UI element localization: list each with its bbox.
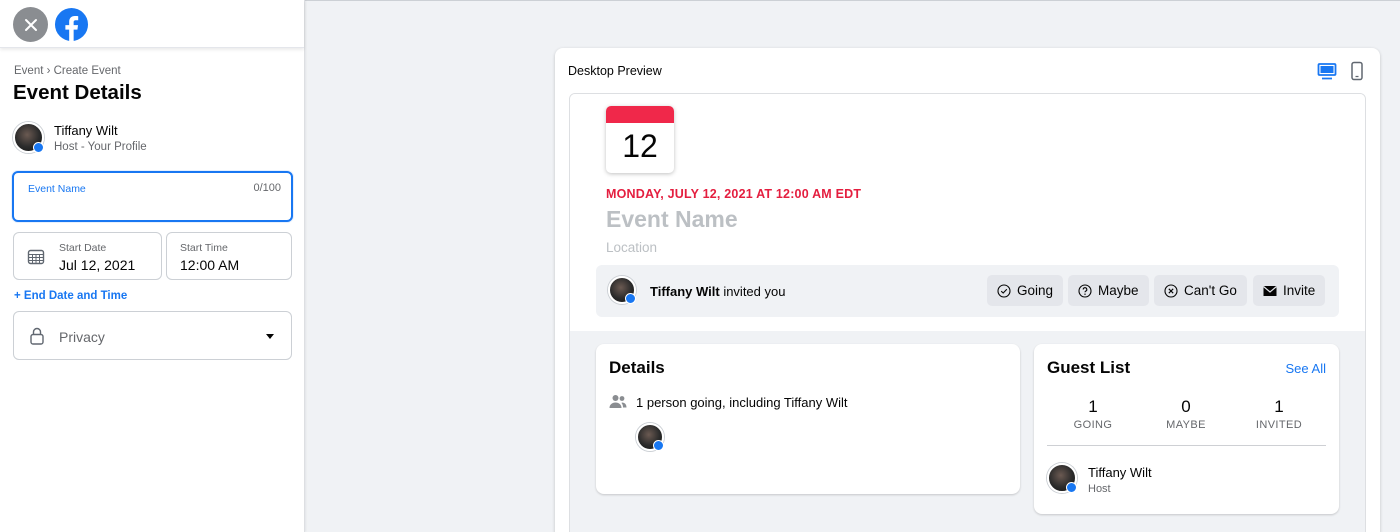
invite-text: Tiffany Wilt invited you: [650, 284, 785, 299]
invite-button[interactable]: Invite: [1253, 275, 1326, 306]
privacy-value: Privacy: [59, 329, 105, 345]
calendar-icon: [27, 249, 45, 265]
event-location: Location: [606, 240, 658, 255]
check-circle-icon: [997, 283, 1011, 298]
start-date-field[interactable]: Start Date Jul 12, 2021: [13, 232, 162, 280]
host-profile: Tiffany Wilt Host - Your Profile: [13, 122, 147, 153]
profile-badge: [1066, 482, 1077, 493]
inviter-name: Tiffany Wilt: [650, 284, 720, 299]
event-name-field[interactable]: Event Name 0/100: [12, 171, 293, 222]
event-name-label: Event Name: [28, 183, 86, 195]
stat-going[interactable]: 1 GOING: [1053, 397, 1133, 431]
invite-bar: Tiffany Wilt invited you Going Maybe Can…: [596, 265, 1339, 317]
x-circle-icon: [1164, 283, 1178, 298]
guest-list-title: Guest List: [1047, 358, 1131, 377]
avatar[interactable]: [1047, 463, 1077, 493]
guest-list-panel: Guest List See All 1 GOING 0 MAYBE 1 INV…: [1034, 344, 1339, 514]
cant-go-label: Can't Go: [1184, 283, 1237, 298]
end-date-time-link[interactable]: + End Date and Time: [14, 290, 127, 302]
calendar-day: 12: [622, 128, 658, 164]
start-date-label: Start Date: [59, 242, 107, 254]
calendar-badge: 12: [606, 106, 674, 173]
details-title: Details: [609, 358, 665, 377]
cant-go-button[interactable]: Can't Go: [1154, 275, 1247, 306]
avatar: [636, 423, 664, 451]
envelope-icon: [1263, 285, 1277, 296]
close-icon: [24, 18, 37, 31]
stat-maybe-label: MAYBE: [1166, 419, 1206, 431]
question-circle-icon: [1078, 283, 1092, 298]
event-date: MONDAY, JULY 12, 2021 AT 12:00 AM EDT: [606, 187, 862, 201]
invite-label: Invite: [1283, 283, 1316, 298]
start-time-value: 12:00 AM: [180, 257, 240, 273]
stat-invited-count: 1: [1274, 397, 1284, 416]
host-name: Tiffany Wilt: [54, 122, 118, 138]
close-button[interactable]: [13, 7, 48, 42]
breadcrumb: Event › Create Event: [14, 65, 121, 77]
event-header: 12 MONDAY, JULY 12, 2021 AT 12:00 AM EDT…: [570, 94, 1365, 331]
going-summary: 1 person going, including Tiffany Wilt: [636, 395, 848, 410]
invite-suffix: invited you: [719, 284, 786, 299]
preview-card: Desktop Preview 12 MONDAY, JULY 12, 2021…: [555, 48, 1380, 532]
privacy-select[interactable]: Privacy: [13, 311, 292, 360]
profile-badge: [33, 142, 44, 153]
going-label: Going: [1017, 283, 1054, 298]
start-date-value: Jul 12, 2021: [59, 257, 136, 273]
profile-badge: [653, 440, 664, 451]
desktop-icon[interactable]: [1317, 61, 1337, 81]
see-all-link[interactable]: See All: [1286, 361, 1326, 376]
chevron-down-icon: [266, 334, 274, 339]
divider: [1047, 445, 1326, 446]
facebook-logo-icon[interactable]: [54, 7, 89, 42]
preview-title: Desktop Preview: [568, 64, 662, 78]
event-preview: 12 MONDAY, JULY 12, 2021 AT 12:00 AM EDT…: [569, 93, 1366, 532]
stat-maybe[interactable]: 0 MAYBE: [1146, 397, 1226, 431]
avatar: [608, 276, 636, 304]
start-time-field[interactable]: Start Time 12:00 AM: [166, 232, 292, 280]
event-name-placeholder: Event Name: [606, 206, 738, 232]
guest-role: Host: [1088, 483, 1111, 495]
stat-going-count: 1: [1088, 397, 1098, 416]
maybe-button[interactable]: Maybe: [1068, 275, 1149, 306]
details-panel: Details 1 person going, including Tiffan…: [596, 344, 1020, 494]
stat-maybe-count: 0: [1181, 397, 1191, 416]
start-time-label: Start Time: [180, 242, 228, 254]
top-border: [305, 0, 1400, 1]
going-button[interactable]: Going: [987, 275, 1064, 306]
maybe-label: Maybe: [1098, 283, 1139, 298]
event-name-counter: 0/100: [253, 182, 281, 194]
people-icon: [609, 395, 627, 408]
host-role: Host - Your Profile: [54, 140, 147, 153]
sidebar: Event › Create Event Event Details Tiffa…: [0, 0, 305, 532]
stat-going-label: GOING: [1073, 419, 1113, 431]
stat-invited-label: INVITED: [1255, 419, 1303, 431]
page-title: Event Details: [13, 81, 142, 104]
sidebar-topbar: [0, 0, 304, 48]
event-body: Details 1 person going, including Tiffan…: [570, 331, 1365, 532]
avatar: [13, 122, 44, 153]
lock-icon: [30, 327, 44, 345]
stat-invited[interactable]: 1 INVITED: [1239, 397, 1319, 431]
profile-badge: [625, 293, 636, 304]
guest-name[interactable]: Tiffany Wilt: [1088, 465, 1152, 480]
mobile-icon[interactable]: [1349, 61, 1365, 81]
